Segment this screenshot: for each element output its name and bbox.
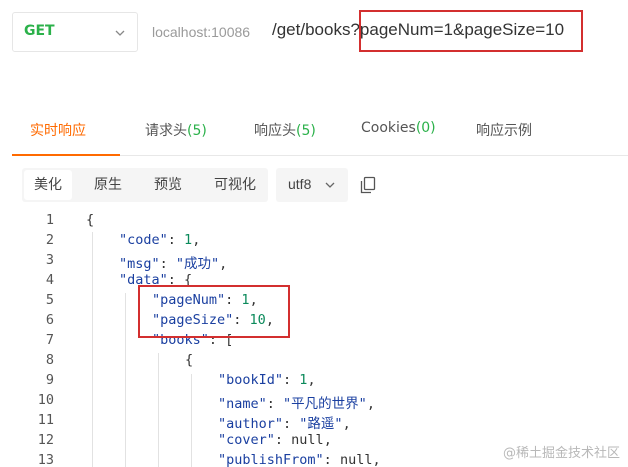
watermark: @稀土掘金技术社区 bbox=[502, 446, 620, 461]
active-tab-indicator bbox=[12, 154, 120, 156]
url-path: /get/books bbox=[272, 20, 351, 39]
line-number: 1 bbox=[45, 212, 54, 228]
line-number: 11 bbox=[37, 412, 54, 428]
view-visualize-button[interactable]: 可视化 bbox=[204, 170, 266, 200]
view-preview-button[interactable]: 预览 bbox=[144, 170, 192, 200]
response-body: 1 2 3 4 5 6 7 8 9 10 11 12 13 { "code": … bbox=[0, 210, 628, 467]
view-raw-button[interactable]: 原生 bbox=[84, 170, 132, 200]
code-line: "msg": "成功", bbox=[119, 256, 228, 272]
indent-guide bbox=[92, 232, 93, 467]
line-number: 5 bbox=[45, 292, 54, 308]
method-select[interactable]: GET bbox=[12, 12, 138, 52]
query-highlight-box bbox=[359, 10, 583, 52]
line-number: 3 bbox=[45, 252, 54, 268]
encoding-label: utf8 bbox=[288, 176, 312, 192]
code-line: "publishFrom": null, bbox=[218, 452, 381, 467]
line-number: 10 bbox=[37, 392, 54, 408]
response-tabs: 实时响应 请求头(5) 响应头(5) Cookies(0) 响应示例 bbox=[12, 104, 628, 156]
line-number: 9 bbox=[45, 372, 54, 388]
host-text[interactable]: localhost:10086 bbox=[152, 24, 250, 40]
indent-guide bbox=[125, 293, 126, 467]
view-mode-group: 美化 原生 预览 可视化 bbox=[22, 168, 268, 202]
line-number: 12 bbox=[37, 432, 54, 448]
line-number: 7 bbox=[45, 332, 54, 348]
code-line: "code": 1, bbox=[119, 232, 201, 248]
method-label: GET bbox=[24, 23, 55, 39]
line-number: 8 bbox=[45, 352, 54, 368]
tab-response-headers[interactable]: 响应头(5) bbox=[254, 120, 316, 140]
code-line: "cover": null, bbox=[218, 432, 332, 448]
chevron-down-icon bbox=[115, 30, 125, 36]
indent-guide bbox=[158, 353, 159, 467]
encoding-select[interactable]: utf8 bbox=[276, 168, 348, 202]
line-number: 6 bbox=[45, 312, 54, 328]
tab-realtime-response[interactable]: 实时响应 bbox=[30, 120, 86, 140]
code-line: "author": "路遥", bbox=[218, 416, 351, 432]
line-number: 13 bbox=[37, 452, 54, 467]
code-line: { bbox=[86, 212, 95, 228]
tab-response-example[interactable]: 响应示例 bbox=[476, 120, 532, 140]
line-number: 2 bbox=[45, 232, 54, 248]
tab-request-headers[interactable]: 请求头(5) bbox=[145, 120, 207, 140]
code-line: { bbox=[185, 352, 194, 368]
code-line: "bookId": 1, bbox=[218, 372, 316, 388]
response-toolbar: 美化 原生 预览 可视化 utf8 bbox=[22, 168, 628, 202]
pagination-highlight-box bbox=[138, 285, 290, 338]
view-pretty-button[interactable]: 美化 bbox=[24, 170, 72, 200]
tab-cookies[interactable]: Cookies(0) bbox=[361, 120, 436, 136]
copy-icon[interactable] bbox=[360, 176, 376, 194]
indent-guide bbox=[191, 374, 192, 467]
line-number: 4 bbox=[45, 272, 54, 288]
code-line: "name": "平凡的世界", bbox=[218, 396, 375, 412]
chevron-down-icon bbox=[325, 182, 335, 188]
